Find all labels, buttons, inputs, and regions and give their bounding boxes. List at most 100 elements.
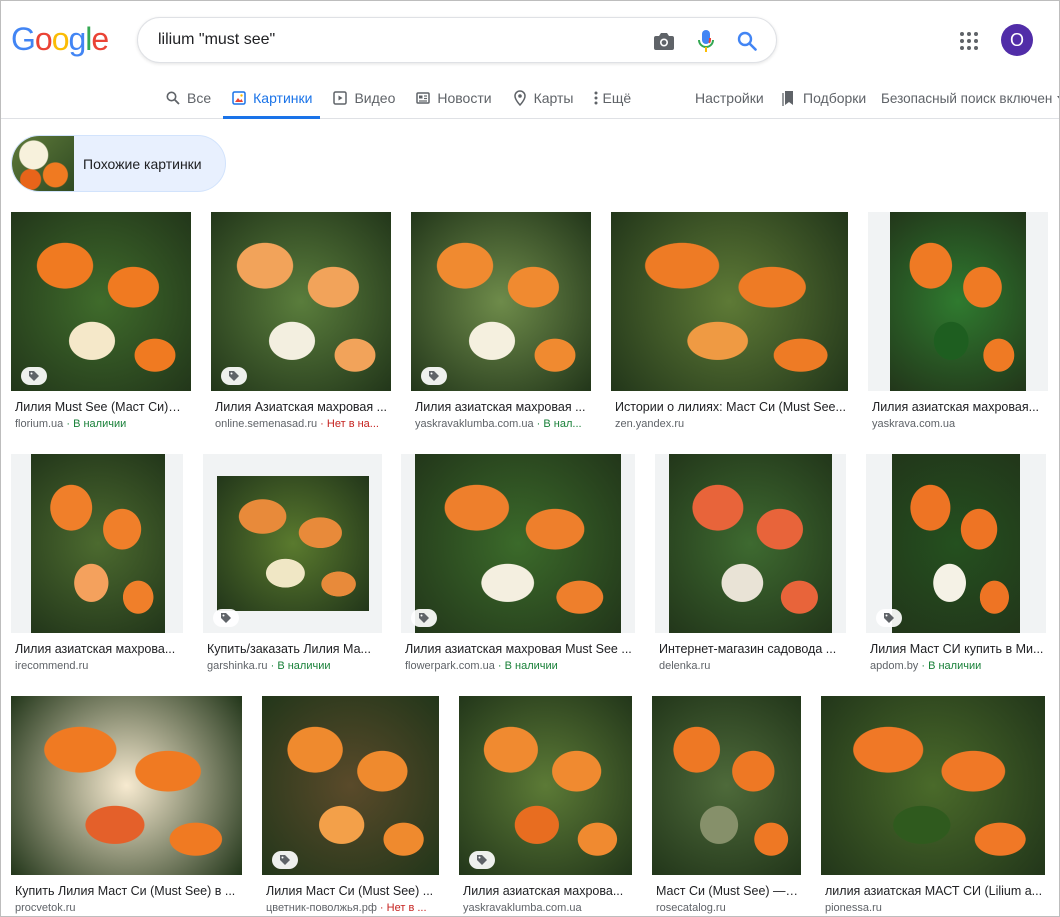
image-result[interactable]: Купить/заказать Лилия Ма... garshinka.ru …	[203, 454, 382, 678]
source-domain: rosecatalog.ru	[656, 902, 726, 914]
microphone-icon[interactable]	[694, 29, 718, 53]
result-thumbnail[interactable]	[459, 696, 632, 875]
image-result[interactable]: Лилия азиатская махрова... irecommend.ru	[11, 454, 183, 678]
settings-label: Настройки	[695, 90, 764, 106]
availability-status: · Нет в на...	[317, 418, 379, 430]
result-thumbnail[interactable]	[11, 454, 183, 633]
lily-photo	[11, 696, 242, 875]
result-thumbnail[interactable]	[401, 454, 635, 633]
result-title[interactable]: Лилия азиатская махровая Must See ...	[405, 642, 633, 656]
result-title[interactable]: Лилия азиатская махрова...	[15, 642, 181, 656]
result-title[interactable]: Интернет-магазин садовода ...	[659, 642, 844, 656]
result-source: irecommend.ru	[15, 660, 181, 672]
tab-news[interactable]: Новости	[407, 79, 499, 117]
result-thumbnail[interactable]	[411, 212, 591, 391]
logo-letter: g	[68, 21, 86, 57]
safesearch-label: Безопасный поиск включен	[881, 90, 1053, 106]
result-title[interactable]: Лилия азиатская махровая ...	[415, 400, 589, 414]
image-result[interactable]: Лилия Маст Си (Must See) ... цветник-пово…	[262, 696, 439, 916]
avatar[interactable]: O	[1001, 24, 1033, 56]
image-result[interactable]: Лилия азиатская махровая ... yaskravaklum…	[411, 212, 591, 436]
related-images-chip[interactable]: Похожие картинки	[11, 135, 226, 192]
result-title[interactable]: Купить/заказать Лилия Ма...	[207, 642, 380, 656]
image-result[interactable]: Лилия азиатская махровая Must See ... flo…	[401, 454, 635, 678]
tab-video[interactable]: Видео	[324, 79, 403, 117]
result-title[interactable]: Маст Си (Must See) — ...	[656, 884, 799, 898]
logo-letter: G	[11, 21, 36, 57]
result-source: flowerpark.com.ua · В наличии	[405, 660, 633, 672]
image-result[interactable]: лилия азиатская МАСТ СИ (Lilium a... pion…	[821, 696, 1045, 916]
search-box[interactable]	[137, 17, 777, 63]
result-thumbnail[interactable]	[866, 454, 1046, 633]
product-tag-icon	[221, 367, 247, 385]
search-icon[interactable]	[735, 29, 759, 53]
image-icon	[231, 90, 247, 106]
image-result[interactable]: Лилия Азиатская махровая ... online.semen…	[211, 212, 391, 436]
result-title[interactable]: лилия азиатская МАСТ СИ (Lilium a...	[825, 884, 1043, 898]
product-tag-icon	[876, 609, 902, 627]
tab-label: Карты	[533, 90, 574, 106]
collections-link[interactable]: Подборки	[782, 79, 866, 117]
image-result[interactable]: Истории о лилиях: Маст Си (Must See... ze…	[611, 212, 848, 436]
result-thumbnail[interactable]	[868, 212, 1048, 391]
availability-status: · В нал...	[533, 418, 582, 430]
lily-photo	[892, 454, 1020, 633]
safesearch-dropdown[interactable]: Безопасный поиск включен	[881, 79, 1059, 117]
lily-photo	[415, 454, 621, 633]
result-thumbnail[interactable]	[655, 454, 846, 633]
result-thumbnail[interactable]	[262, 696, 439, 875]
source-domain: delenka.ru	[659, 660, 711, 672]
image-result[interactable]: Интернет-магазин садовода ... delenka.ru	[655, 454, 846, 678]
image-result[interactable]: Лилия Must See (Маст Си)🌷... florium.ua ·…	[11, 212, 191, 436]
source-domain: irecommend.ru	[15, 660, 89, 672]
result-title[interactable]: Купить Лилия Маст Си (Must See) в ...	[15, 884, 240, 898]
tab-all[interactable]: Все	[157, 79, 219, 117]
result-thumbnail[interactable]	[11, 212, 191, 391]
source-domain: apdom.by	[870, 660, 919, 672]
result-title[interactable]: Лилия Маст Си (Must See) ...	[266, 884, 437, 898]
image-result[interactable]: Лилия Маст СИ купить в Ми... apdom.by · В…	[866, 454, 1046, 678]
tab-images[interactable]: Картинки	[223, 79, 321, 119]
result-source: florium.ua · В наличии	[15, 418, 189, 430]
source-domain: florium.ua	[15, 418, 64, 430]
result-title[interactable]: Лилия Маст СИ купить в Ми...	[870, 642, 1044, 656]
result-thumbnail[interactable]	[652, 696, 801, 875]
lily-photo	[31, 454, 165, 633]
result-title[interactable]: Лилия азиатская махрова...	[463, 884, 630, 898]
apps-grid-icon[interactable]	[957, 29, 981, 53]
availability-status: · В наличии	[63, 418, 127, 430]
search-input[interactable]	[158, 28, 628, 52]
tab-more[interactable]: Ещё	[585, 79, 639, 117]
result-thumbnail[interactable]	[11, 696, 242, 875]
lily-photo	[217, 476, 369, 611]
result-thumbnail[interactable]	[211, 212, 391, 391]
settings-link[interactable]: Настройки	[695, 79, 764, 117]
tab-maps[interactable]: Карты	[504, 79, 582, 117]
result-thumbnail[interactable]	[821, 696, 1045, 875]
result-source: garshinka.ru · В наличии	[207, 660, 380, 672]
result-title[interactable]: Лилия азиатская махровая...	[872, 400, 1046, 414]
image-result[interactable]: Лилия азиатская махровая... yaskrava.com.…	[868, 212, 1048, 436]
result-source: yaskravaklumba.com.ua	[463, 902, 630, 914]
image-result[interactable]: Маст Си (Must See) — ... rosecatalog.ru	[652, 696, 801, 916]
source-domain: yaskrava.com.ua	[872, 418, 956, 430]
lily-photo	[11, 212, 191, 391]
camera-icon[interactable]	[652, 29, 676, 53]
result-title[interactable]: Лилия Must See (Маст Си)🌷...	[15, 400, 189, 415]
source-domain: pionessa.ru	[825, 902, 882, 914]
image-result[interactable]: Лилия азиатская махрова... yaskravaklumba…	[459, 696, 632, 916]
result-thumbnail[interactable]	[611, 212, 848, 391]
source-domain: yaskravaklumba.com.ua	[463, 902, 582, 914]
video-icon	[332, 90, 348, 106]
result-thumbnail[interactable]	[203, 454, 382, 633]
lily-photo	[211, 212, 391, 391]
result-title[interactable]: Лилия Азиатская махровая ...	[215, 400, 389, 414]
map-pin-icon	[512, 90, 528, 106]
more-vert-icon	[593, 90, 599, 106]
google-logo[interactable]: Google	[11, 21, 109, 58]
image-result[interactable]: Купить Лилия Маст Си (Must See) в ... pro…	[11, 696, 242, 916]
product-tag-icon	[411, 609, 437, 627]
result-source: online.semenasad.ru · Нет в на...	[215, 418, 389, 430]
product-tag-icon	[213, 609, 239, 627]
result-title[interactable]: Истории о лилиях: Маст Си (Must See...	[615, 400, 846, 414]
